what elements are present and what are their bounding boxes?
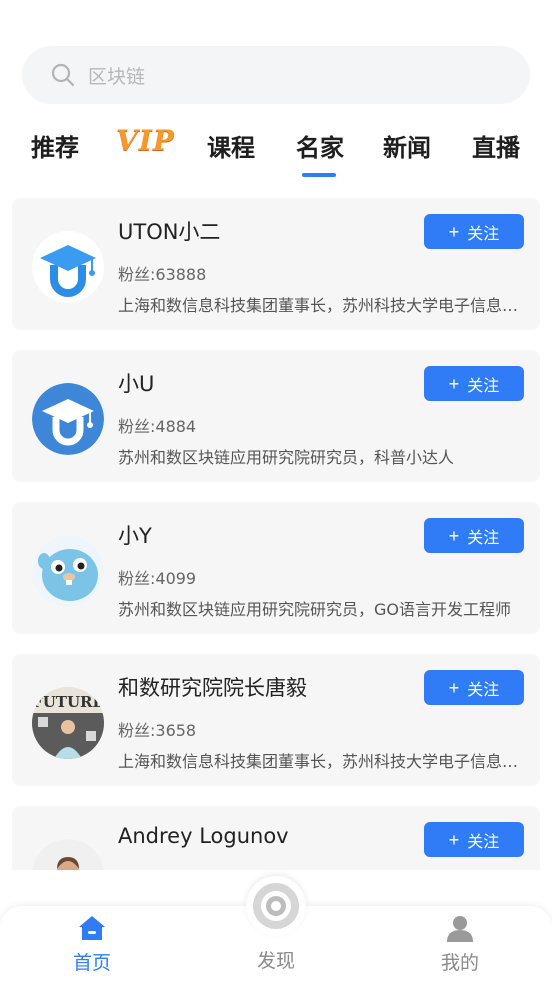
tab-vip[interactable]: VIP <box>116 124 175 157</box>
expert-card[interactable]: Andrey Logunov 粉丝 + 关注 <box>12 806 540 870</box>
follow-label: 关注 <box>467 681 500 699</box>
expert-card[interactable]: FUTURE 和数研究院院长唐毅 粉丝:3658 上海和数信息科技集团董事长，苏… <box>12 654 540 786</box>
plus-icon: + <box>448 221 460 242</box>
follow-button[interactable]: + 关注 <box>424 822 524 857</box>
tab-live[interactable]: 直播 <box>472 128 520 163</box>
plus-icon: + <box>448 829 460 850</box>
follow-button[interactable]: + 关注 <box>424 366 524 401</box>
follow-label: 关注 <box>467 833 500 851</box>
expert-card[interactable]: UTON小二 粉丝:63888 上海和数信息科技集团董事长，苏州科技大学电子信息… <box>12 198 540 330</box>
expert-description: 上海和数信息科技集团董事长，苏州科技大学电子信息学院教授 <box>118 296 524 315</box>
follow-label: 关注 <box>467 377 500 395</box>
follow-label: 关注 <box>467 225 500 243</box>
hat-logo-icon <box>32 231 104 303</box>
tab-courses[interactable]: 课程 <box>207 128 255 163</box>
plus-icon: + <box>448 677 460 698</box>
gopher-icon <box>32 535 104 607</box>
category-tabs: 推荐 VIP 课程 名家 新闻 直播 <box>0 124 552 180</box>
photo-avatar: FUTURE <box>32 687 104 759</box>
expert-description: 苏州和数区块链应用研究院研究员，GO语言开发工程师 <box>118 600 511 619</box>
hat-logo-icon <box>32 383 104 455</box>
nav-discover-label: 发现 <box>256 950 295 972</box>
expert-card[interactable]: 小U 粉丝:4884 苏州和数区块链应用研究院研究员，科普小达人 + 关注 <box>12 350 540 482</box>
svg-text:FUTURE: FUTURE <box>32 693 104 711</box>
nav-mine[interactable]: 我的 <box>410 906 510 981</box>
expert-name: 和数研究院院长唐毅 <box>118 676 307 700</box>
expert-name: Andrey Logunov <box>118 824 289 848</box>
expert-description: 苏州和数区块链应用研究院研究员，科普小达人 <box>118 448 455 467</box>
follow-button[interactable]: + 关注 <box>424 670 524 705</box>
fans-count: 粉丝:4884 <box>118 417 197 436</box>
tab-recommend[interactable]: 推荐 <box>31 128 79 163</box>
plus-icon: + <box>448 373 460 394</box>
fans-count: 粉丝 <box>118 869 150 870</box>
follow-button[interactable]: + 关注 <box>424 214 524 249</box>
expert-name: 小Y <box>118 524 152 548</box>
fans-count: 粉丝:63888 <box>118 265 207 284</box>
follow-label: 关注 <box>467 529 500 547</box>
discover-button[interactable] <box>246 876 306 936</box>
discover-icon <box>253 883 299 929</box>
app-screen: 区块链 推荐 VIP 课程 名家 新闻 直播 UTON小二 粉丝:63888 上… <box>0 0 552 981</box>
search-icon <box>51 63 75 87</box>
expert-name: UTON小二 <box>118 220 221 244</box>
expert-name: 小U <box>118 372 155 396</box>
tab-news[interactable]: 新闻 <box>383 128 431 163</box>
expert-description: 上海和数信息科技集团董事长，苏州科技大学电子信息学院教授 <box>118 752 524 771</box>
search-bar[interactable]: 区块链 <box>22 46 530 104</box>
user-icon <box>447 916 473 942</box>
nav-home-label: 首页 <box>72 952 111 974</box>
photo-avatar <box>32 839 104 870</box>
tab-experts[interactable]: 名家 <box>296 128 344 163</box>
search-placeholder: 区块链 <box>88 65 146 88</box>
fans-count: 粉丝:3658 <box>118 721 197 740</box>
nav-mine-label: 我的 <box>440 952 479 974</box>
plus-icon: + <box>448 525 460 546</box>
fans-count: 粉丝:4099 <box>118 569 197 588</box>
follow-button[interactable]: + 关注 <box>424 518 524 553</box>
expert-card[interactable]: 小Y 粉丝:4099 苏州和数区块链应用研究院研究员，GO语言开发工程师 + 关… <box>12 502 540 634</box>
expert-list: UTON小二 粉丝:63888 上海和数信息科技集团董事长，苏州科技大学电子信息… <box>12 198 540 870</box>
active-tab-indicator <box>302 173 336 177</box>
home-icon <box>79 916 105 940</box>
nav-home[interactable]: 首页 <box>42 906 142 981</box>
